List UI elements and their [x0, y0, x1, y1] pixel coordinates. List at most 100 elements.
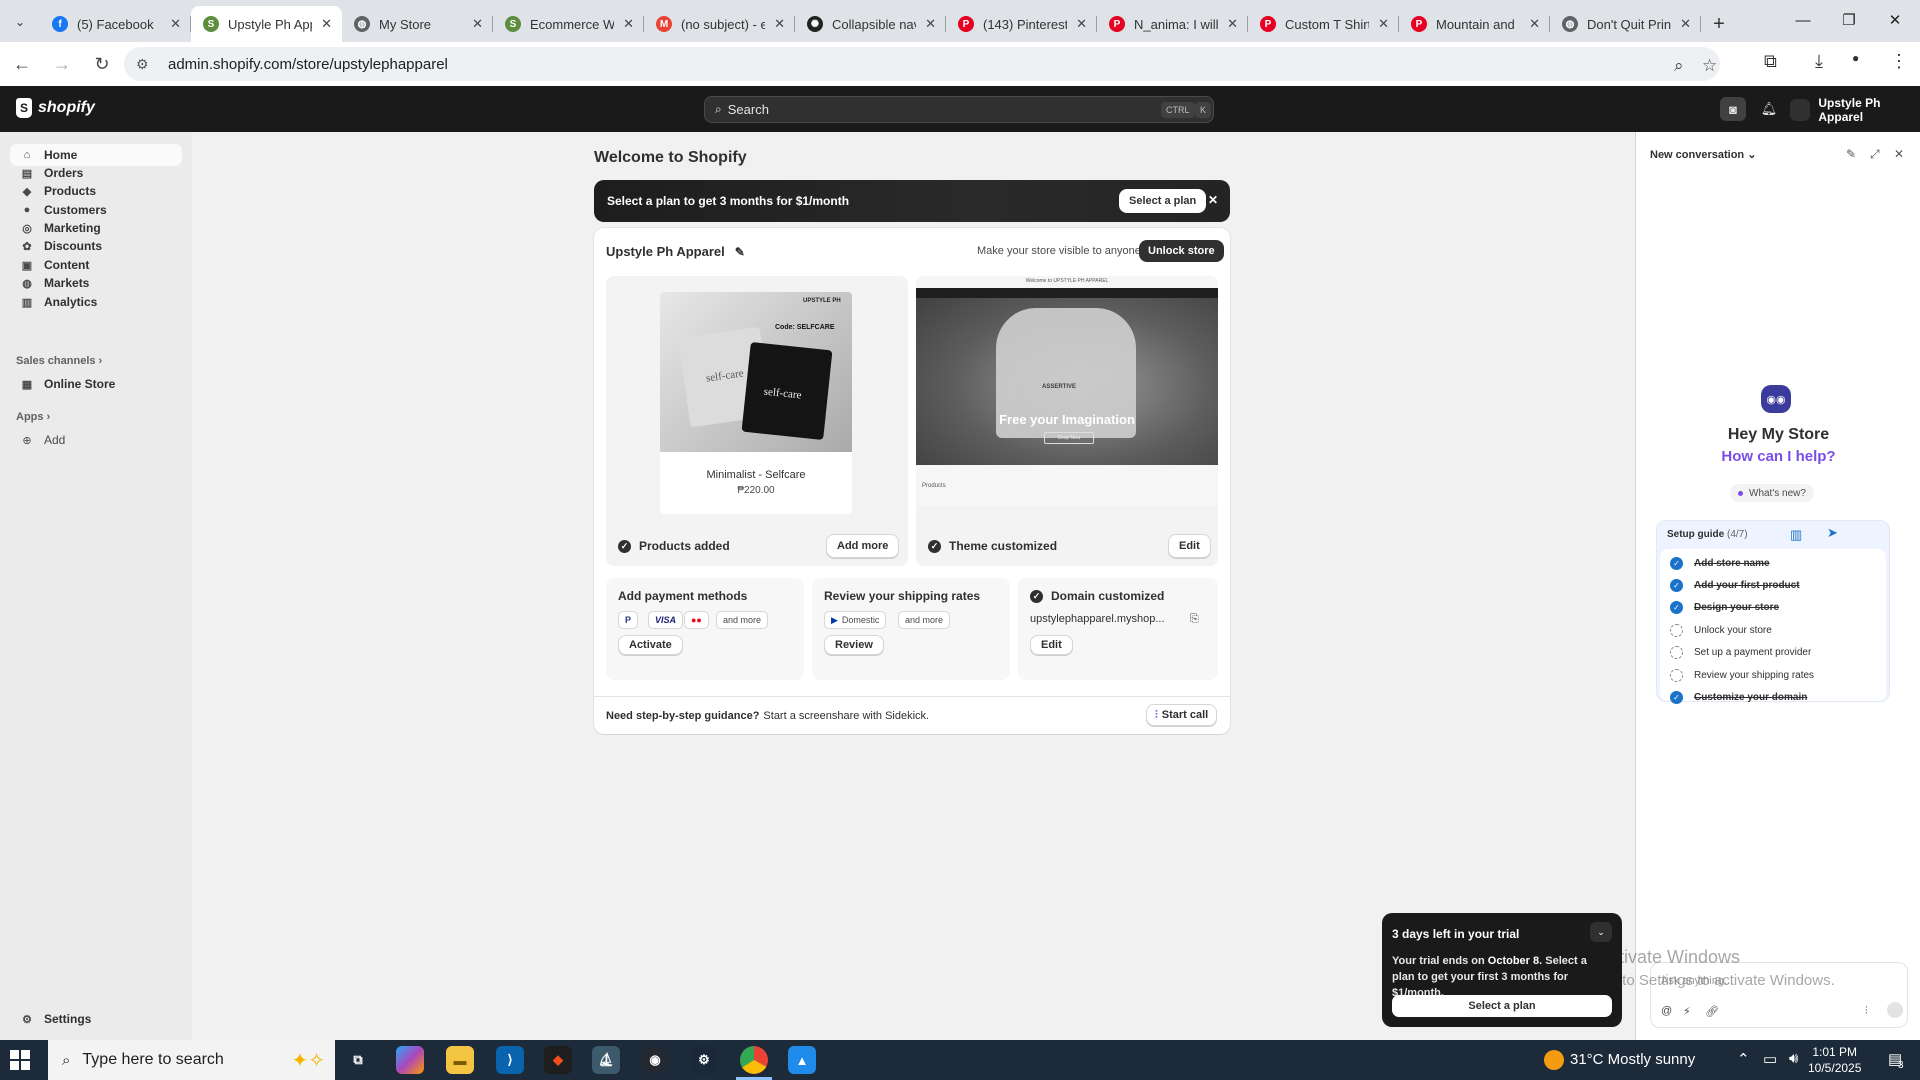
chevron-up-icon[interactable]: ⌃: [1737, 1050, 1750, 1068]
browser-tab[interactable]: ◍ Don't Quit Prin ✕: [1550, 6, 1701, 42]
product-card[interactable]: UPSTYLE PH Code: SELFCARE self-care self…: [660, 292, 852, 514]
browser-tab[interactable]: S Upstyle Ph App ✕: [191, 6, 342, 42]
close-icon[interactable]: ✕: [1208, 193, 1218, 207]
setup-step[interactable]: Review your shipping rates: [1670, 667, 1814, 683]
address-bar[interactable]: ⚙ admin.shopify.com/store/upstylephappar…: [124, 47, 1720, 81]
task-view-icon[interactable]: ⧉: [344, 1046, 372, 1074]
github-icon[interactable]: ◉: [641, 1046, 669, 1074]
whats-new-pill[interactable]: What's new?: [1730, 484, 1814, 502]
close-tab-icon[interactable]: ✕: [1378, 16, 1389, 32]
pencil-icon[interactable]: ✎: [735, 245, 745, 259]
steam-icon[interactable]: ⚙: [690, 1046, 718, 1074]
close-tab-icon[interactable]: ✕: [1680, 16, 1691, 32]
browser-tab[interactable]: M (no subject) - e ✕: [644, 6, 795, 42]
setup-step[interactable]: ✓ Add store name: [1670, 555, 1770, 571]
collapse-chevron-icon[interactable]: ⌄: [1590, 922, 1612, 942]
setup-step[interactable]: Set up a payment provider: [1670, 645, 1811, 661]
sidebar-item-settings[interactable]: ⚙ Settings: [10, 1008, 182, 1030]
windows-start-icon[interactable]: [10, 1050, 32, 1070]
bookmark-star-icon[interactable]: ☆: [1702, 56, 1717, 76]
review-button[interactable]: Review: [824, 635, 884, 655]
theme-edit-button[interactable]: Edit: [1168, 534, 1211, 558]
close-tab-icon[interactable]: ✕: [321, 16, 332, 32]
file-explorer-icon[interactable]: ▬: [446, 1046, 474, 1074]
close-tab-icon[interactable]: ✕: [1227, 16, 1238, 32]
select-plan-button[interactable]: Select a plan: [1119, 189, 1207, 213]
conversation-selector[interactable]: New conversation ⌄: [1650, 148, 1756, 161]
reload-icon[interactable]: ↻: [84, 46, 120, 82]
figma-icon[interactable]: ◆: [544, 1046, 572, 1074]
browser-tab[interactable]: P N_anima: I will ✕: [1097, 6, 1248, 42]
theme-preview[interactable]: Welcome to UPSTYLE PH APPAREL ASSERTIVE …: [916, 276, 1218, 506]
close-tab-icon[interactable]: ✕: [774, 16, 785, 32]
setup-step[interactable]: ✓ Customize your domain: [1670, 689, 1807, 705]
mention-icon[interactable]: @: [1661, 1005, 1672, 1017]
close-panel-icon[interactable]: ✕: [1894, 147, 1904, 161]
shopify-logo[interactable]: S shopify: [16, 98, 95, 118]
attach-link-icon[interactable]: 🔗︎: [1705, 1005, 1719, 1018]
setup-step[interactable]: ✓ Add your first product: [1670, 577, 1800, 593]
browser-tab[interactable]: S Ecommerce W ✕: [493, 6, 644, 42]
download-icon[interactable]: ⤓: [1815, 51, 1823, 72]
new-tab-plus-icon[interactable]: +: [1701, 6, 1737, 42]
profile-icon[interactable]: ●: [1852, 51, 1859, 65]
site-info-icon[interactable]: ⚙: [136, 56, 156, 73]
add-more-button[interactable]: Add more: [826, 534, 900, 558]
sidekick-icon[interactable]: ◙: [1720, 97, 1746, 121]
chrome-icon[interactable]: [740, 1046, 768, 1074]
unlock-store-button[interactable]: Unlock store: [1139, 240, 1224, 262]
sales-channels-heading[interactable]: Sales channels ›: [16, 355, 102, 367]
expand-icon[interactable]: ⤢: [1870, 147, 1880, 162]
close-tab-icon[interactable]: ✕: [623, 16, 634, 32]
store-menu[interactable]: Upstyle Ph Apparel: [1790, 96, 1920, 124]
forward-arrow-icon[interactable]: →: [44, 46, 80, 82]
clock[interactable]: 1:01 PM 10/5/2025: [1808, 1044, 1861, 1076]
chrome-menu-icon[interactable]: ⋮: [1890, 51, 1908, 72]
start-call-button[interactable]: ⫶ Start call: [1146, 704, 1218, 726]
setup-step[interactable]: Unlock your store: [1670, 622, 1772, 638]
close-tab-icon[interactable]: ✕: [170, 16, 181, 32]
extensions-icon[interactable]: ⧉: [1764, 51, 1777, 72]
sidebar-item-online-store[interactable]: ▦ Online Store: [10, 373, 182, 395]
tab-search-chevron-icon[interactable]: ⌄: [0, 2, 40, 42]
voice-icon[interactable]: ⫶: [1865, 1005, 1868, 1018]
tab-title: Upstyle Ph App: [228, 16, 312, 32]
apps-heading[interactable]: Apps ›: [16, 411, 50, 423]
copy-icon[interactable]: ⎘: [1190, 613, 1199, 626]
browser-tab[interactable]: P Mountain and ✕: [1399, 6, 1550, 42]
photos-icon[interactable]: ▲: [788, 1046, 816, 1074]
taskbar-search[interactable]: ⌕ Type here to search ✦✧: [48, 1040, 335, 1080]
network-icon[interactable]: ▭: [1763, 1050, 1777, 1068]
setup-guide-card[interactable]: Setup guide (4/7) ▥ ➤ ✓ Add store name ✓ Ad…: [1656, 520, 1890, 705]
zoom-icon[interactable]: ⌕: [1674, 56, 1684, 76]
close-window-icon[interactable]: ✕: [1872, 0, 1918, 40]
weather-text[interactable]: 31°C Mostly sunny: [1570, 1051, 1695, 1068]
browser-tab[interactable]: ✺ Collapsible nav ✕: [795, 6, 946, 42]
browser-tab[interactable]: f (5) Facebook ✕: [40, 6, 191, 42]
app-icon[interactable]: ⛵︎: [592, 1046, 620, 1074]
sidebar-item-add[interactable]: ⊕ Add: [10, 429, 182, 451]
new-chat-icon[interactable]: ✎: [1846, 147, 1856, 161]
vscode-icon[interactable]: ⟩: [496, 1046, 524, 1074]
domain-edit-button[interactable]: Edit: [1030, 635, 1073, 655]
close-tab-icon[interactable]: ✕: [925, 16, 936, 32]
notifications-bell-icon[interactable]: 🔔︎: [1756, 97, 1782, 121]
browser-tab[interactable]: ◍ My Store ✕: [342, 6, 493, 42]
browser-tab[interactable]: P Custom T Shirt ✕: [1248, 6, 1399, 42]
copilot-icon[interactable]: [396, 1046, 424, 1074]
volume-icon[interactable]: 🔊︎: [1789, 1050, 1798, 1067]
close-tab-icon[interactable]: ✕: [1529, 16, 1540, 32]
setup-step[interactable]: ✓ Design your store: [1670, 600, 1779, 616]
send-icon[interactable]: [1887, 1002, 1903, 1018]
sidebar-item-analytics[interactable]: ▥ Analytics: [10, 291, 182, 313]
trial-select-plan-button[interactable]: Select a plan: [1392, 995, 1612, 1017]
minimize-icon[interactable]: —: [1780, 0, 1826, 40]
back-arrow-icon[interactable]: ←: [4, 46, 40, 82]
restore-icon[interactable]: ❐: [1826, 0, 1872, 40]
bolt-icon[interactable]: ⚡︎: [1683, 1005, 1691, 1018]
close-tab-icon[interactable]: ✕: [472, 16, 483, 32]
activate-button[interactable]: Activate: [618, 635, 683, 655]
close-tab-icon[interactable]: ✕: [1076, 16, 1087, 32]
browser-tab[interactable]: P (143) Pinterest ✕: [946, 6, 1097, 42]
search-input[interactable]: ⌕ Search CTRL K: [704, 96, 1214, 123]
